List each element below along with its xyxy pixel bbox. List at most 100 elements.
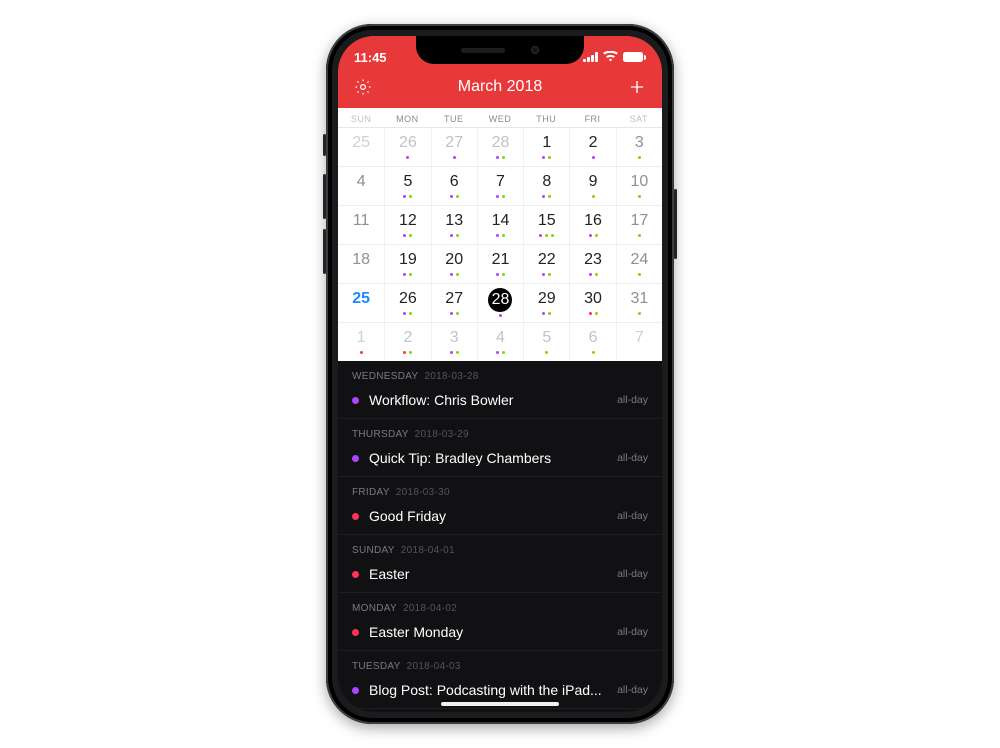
event-dot <box>409 351 412 354</box>
day-cell[interactable]: 2 <box>384 323 430 361</box>
event-dots <box>385 234 430 237</box>
day-cell[interactable]: 1 <box>338 323 384 361</box>
screen: 11:45 March 2018 <box>338 36 662 712</box>
agenda-day-label: FRIDAY <box>352 487 390 498</box>
week-row: 1819 20 21222324 <box>338 245 662 284</box>
day-cell[interactable]: 10 <box>616 167 662 205</box>
event-row[interactable]: massage12:15 - 1:15 PM <box>338 709 662 712</box>
add-event-button[interactable] <box>626 76 648 98</box>
day-cell[interactable]: 20 <box>431 245 477 283</box>
event-dots <box>524 312 569 315</box>
day-cell[interactable]: 23 <box>569 245 615 283</box>
weekday-header: SUNMONTUEWEDTHUFRISAT <box>338 108 662 128</box>
event-row[interactable]: Quick Tip: Bradley Chambersall-day <box>338 444 662 477</box>
event-dots <box>432 195 477 198</box>
header-title[interactable]: March 2018 <box>458 78 543 96</box>
day-number: 30 <box>582 288 604 310</box>
event-dots <box>478 351 523 354</box>
day-cell[interactable]: 6 <box>569 323 615 361</box>
day-cell[interactable]: 31 <box>616 284 662 322</box>
event-dot <box>453 156 456 159</box>
agenda-section-header: MONDAY2018-04-02 <box>338 593 662 618</box>
day-cell[interactable]: 24 <box>616 245 662 283</box>
day-cell[interactable]: 22 <box>523 245 569 283</box>
day-cell[interactable]: 29 <box>523 284 569 322</box>
agenda-list[interactable]: WEDNESDAY2018-03-28Workflow: Chris Bowle… <box>338 361 662 712</box>
day-number: 5 <box>536 327 558 349</box>
day-cell[interactable]: 13 <box>431 206 477 244</box>
day-number: 11 <box>350 210 372 232</box>
home-indicator[interactable] <box>441 702 559 706</box>
day-cell[interactable]: 12 <box>384 206 430 244</box>
event-dot <box>638 156 641 159</box>
event-dot <box>539 234 542 237</box>
day-cell[interactable]: 28 <box>477 284 523 322</box>
day-cell[interactable]: 4 <box>338 167 384 205</box>
day-cell[interactable]: 17 <box>616 206 662 244</box>
event-dots <box>385 195 430 198</box>
day-cell[interactable]: 30 <box>569 284 615 322</box>
event-dot <box>496 234 499 237</box>
event-dot <box>406 156 409 159</box>
settings-button[interactable] <box>352 76 374 98</box>
event-dot <box>589 312 592 315</box>
day-cell[interactable]: 5 <box>384 167 430 205</box>
event-dots <box>570 156 615 159</box>
day-number: 29 <box>536 288 558 310</box>
day-cell[interactable]: 11 <box>338 206 384 244</box>
battery-icon <box>623 52 646 62</box>
event-row[interactable]: Easterall-day <box>338 560 662 593</box>
wifi-icon <box>603 50 618 65</box>
event-dots <box>570 312 615 315</box>
day-cell[interactable]: 7 <box>477 167 523 205</box>
event-dot <box>542 312 545 315</box>
event-dot <box>638 234 641 237</box>
day-number: 3 <box>628 132 650 154</box>
day-cell[interactable]: 18 <box>338 245 384 283</box>
day-cell[interactable]: 7 <box>616 323 662 361</box>
agenda-section-header: TUESDAY2018-04-03 <box>338 651 662 676</box>
day-cell[interactable]: 28 <box>477 128 523 166</box>
day-cell[interactable]: 3 <box>431 323 477 361</box>
day-cell[interactable]: 21 <box>477 245 523 283</box>
day-cell[interactable]: 4 <box>477 323 523 361</box>
day-cell[interactable]: 15 <box>523 206 569 244</box>
day-cell[interactable]: 27 <box>431 284 477 322</box>
agenda-date-label: 2018-03-29 <box>415 429 469 440</box>
day-cell[interactable]: 8 <box>523 167 569 205</box>
day-cell[interactable]: 25 <box>338 284 384 322</box>
weekday-label: MON <box>384 114 430 124</box>
event-dots <box>524 156 569 159</box>
day-cell[interactable]: 2 <box>569 128 615 166</box>
day-cell[interactable]: 1 <box>523 128 569 166</box>
day-number: 31 <box>628 288 650 310</box>
day-cell[interactable]: 14 <box>477 206 523 244</box>
day-number: 12 <box>397 210 419 232</box>
event-dot <box>595 234 598 237</box>
day-number: 26 <box>397 288 419 310</box>
day-cell[interactable]: 25 <box>338 128 384 166</box>
day-number: 6 <box>443 171 465 193</box>
day-cell[interactable]: 3 <box>616 128 662 166</box>
day-cell[interactable]: 19 <box>384 245 430 283</box>
agenda-date-label: 2018-03-30 <box>396 487 450 498</box>
day-cell[interactable]: 6 <box>431 167 477 205</box>
event-dot <box>496 195 499 198</box>
event-dots <box>385 351 430 354</box>
event-row[interactable]: Good Fridayall-day <box>338 502 662 535</box>
day-number: 2 <box>397 327 419 349</box>
event-dot <box>542 195 545 198</box>
agenda-section-header: SUNDAY2018-04-01 <box>338 535 662 560</box>
weekday-label: TUE <box>431 114 477 124</box>
event-row[interactable]: Workflow: Chris Bowlerall-day <box>338 386 662 419</box>
day-cell[interactable]: 27 <box>431 128 477 166</box>
day-cell[interactable]: 26 <box>384 128 430 166</box>
event-dot <box>551 234 554 237</box>
day-cell[interactable]: 26 <box>384 284 430 322</box>
day-number: 20 <box>443 249 465 271</box>
event-row[interactable]: Easter Mondayall-day <box>338 618 662 651</box>
day-number: 16 <box>582 210 604 232</box>
day-cell[interactable]: 5 <box>523 323 569 361</box>
day-cell[interactable]: 16 <box>569 206 615 244</box>
day-cell[interactable]: 9 <box>569 167 615 205</box>
